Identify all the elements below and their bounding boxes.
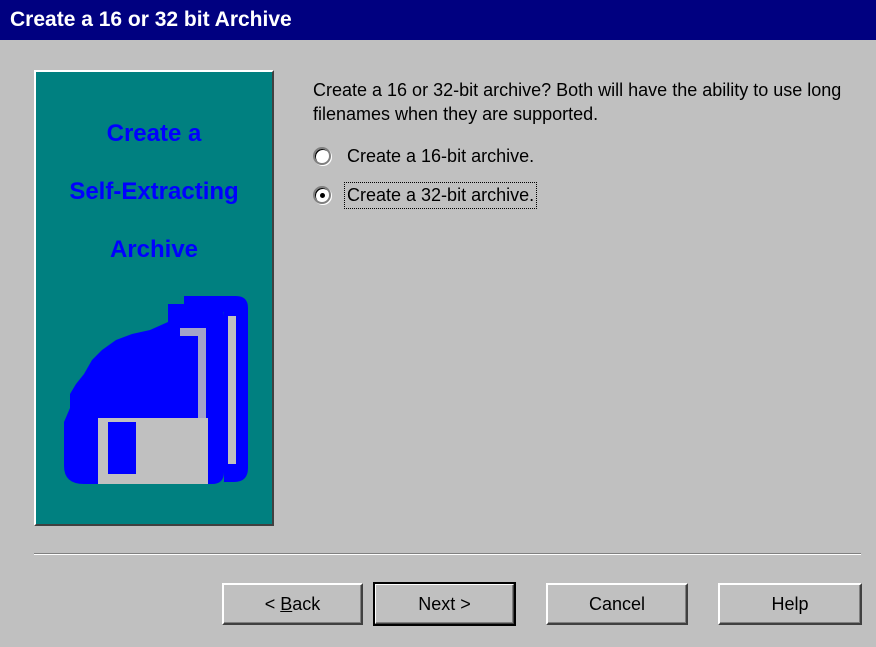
cancel-button[interactable]: Cancel — [546, 583, 688, 625]
back-button-mnemonic: B — [280, 593, 293, 614]
button-separator — [34, 553, 861, 555]
radio-16-bit[interactable]: Create a 16-bit archive. — [313, 143, 534, 169]
next-button[interactable]: Next > — [373, 582, 516, 626]
radio-16-bit-label[interactable]: Create a 16-bit archive. — [347, 146, 534, 167]
description-text: Create a 16 or 32-bit archive? Both will… — [313, 80, 842, 124]
back-button-rest: ack — [292, 593, 321, 614]
back-button-prefix: < — [264, 593, 281, 614]
radio-32-bit-label[interactable]: Create a 32-bit archive. — [343, 181, 538, 209]
radio-32-bit-button[interactable] — [313, 186, 331, 204]
help-button[interactable]: Help — [718, 583, 862, 625]
window-title: Create a 16 or 32 bit Archive — [0, 0, 876, 40]
wizard-banner: Create a Self-Extracting Archive — [34, 70, 274, 526]
back-button[interactable]: < Back — [222, 583, 363, 625]
radio-32-bit[interactable]: Create a 32-bit archive. — [313, 181, 538, 209]
floppy-disk-icon — [64, 296, 248, 484]
radio-16-bit-button[interactable] — [313, 147, 331, 165]
radio-selected-dot — [320, 193, 325, 198]
